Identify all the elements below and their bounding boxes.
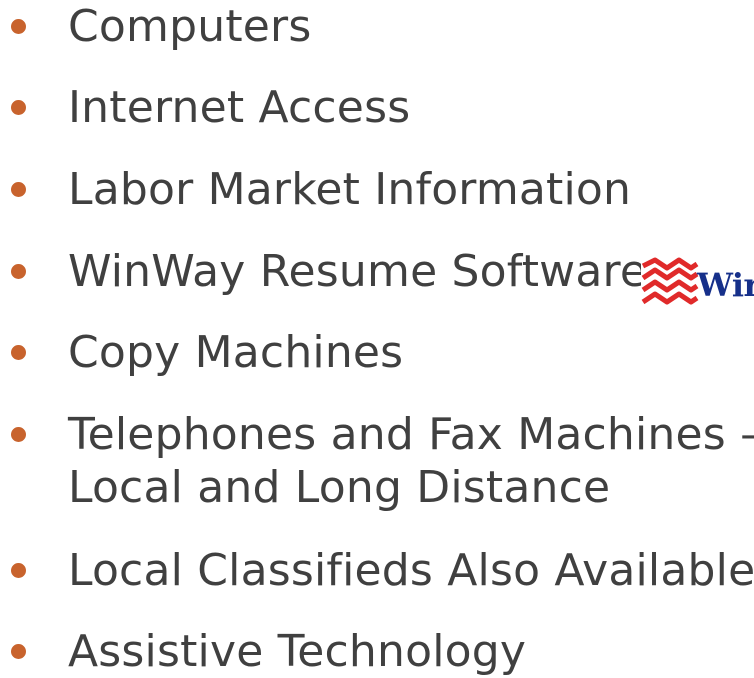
- slide: Computers Internet Access Labor Market I…: [0, 0, 754, 677]
- winway-logo-icon: [641, 257, 699, 306]
- bullet-text: Internet Access: [68, 82, 411, 133]
- bullet-dot-icon: [11, 182, 26, 197]
- bullet-text: Telephones and Fax Machines –: [68, 409, 754, 460]
- winway-logo-text: Wir: [697, 266, 754, 304]
- bullet-dot-icon: [11, 427, 26, 442]
- bullet-text-continuation: Local and Long Distance: [68, 462, 611, 513]
- bullet-dot-icon: [11, 563, 26, 578]
- bullet-text: Copy Machines: [68, 327, 404, 378]
- bullet-text: Assistive Technology: [68, 626, 527, 677]
- bullet-text: WinWay Resume Software: [68, 246, 648, 297]
- bullet-dot-icon: [11, 19, 26, 34]
- bullet-dot-icon: [11, 100, 26, 115]
- bullet-text: Local Classifieds Also Available: [68, 545, 754, 596]
- bullet-dot-icon: [11, 644, 26, 659]
- bullet-dot-icon: [11, 264, 26, 279]
- winway-logo: Wir: [639, 250, 754, 320]
- bullet-text: Computers: [68, 1, 312, 52]
- bullet-dot-icon: [11, 345, 26, 360]
- bullet-text: Labor Market Information: [68, 164, 632, 215]
